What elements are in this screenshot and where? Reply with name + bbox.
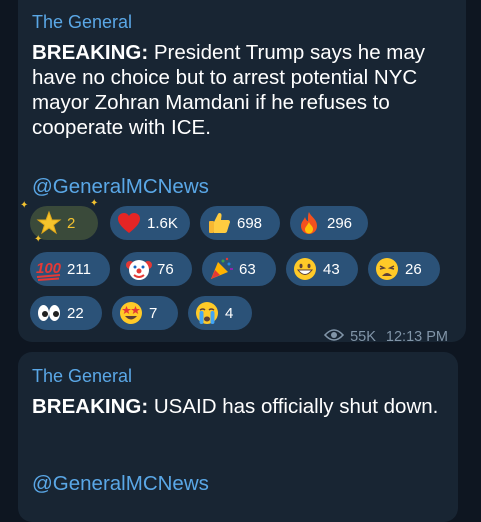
message-text: BREAKING: President Trump says he may ha… — [32, 40, 456, 140]
clown-face-emoji-icon — [126, 256, 152, 282]
breaking-label: BREAKING: — [32, 41, 149, 64]
breaking-label: BREAKING: — [32, 395, 149, 418]
reaction-hundred[interactable]: 100 211 — [30, 252, 110, 286]
reaction-count: 76 — [157, 260, 174, 278]
reaction-count: 698 — [237, 214, 263, 232]
reaction-party[interactable]: 63 — [202, 252, 276, 286]
thumbs-up-emoji-icon — [206, 210, 232, 236]
reaction-count: 1.6K — [147, 214, 178, 232]
channel-mention-link[interactable]: @GeneralMCNews — [32, 472, 209, 496]
star-emoji-icon — [36, 210, 62, 236]
channel-name[interactable]: The General — [32, 12, 132, 33]
reaction-count: 296 — [327, 214, 353, 232]
reaction-eyes[interactable]: 22 — [30, 296, 102, 330]
party-popper-emoji-icon — [208, 256, 234, 282]
message-bubble[interactable]: The General BREAKING: President Trump sa… — [18, 0, 466, 345]
views-eye-icon — [324, 328, 345, 346]
reaction-count: 7 — [149, 304, 158, 322]
reaction-star-struck[interactable]: 7 — [112, 296, 178, 330]
sparkle-icon: ✦ — [90, 198, 99, 209]
reaction-count: 43 — [323, 260, 340, 278]
eyes-emoji-icon — [36, 300, 62, 326]
reaction-count: 4 — [225, 304, 234, 322]
hundred-points-emoji-icon: 100 — [36, 256, 62, 282]
grinning-face-emoji-icon — [292, 256, 318, 282]
reaction-thumbs-up[interactable]: 698 — [200, 206, 280, 240]
channel-name[interactable]: The General — [32, 366, 132, 387]
fire-emoji-icon — [296, 210, 322, 236]
message-bubble[interactable]: The General BREAKING: USAID has official… — [18, 352, 458, 522]
message-body: USAID has officially shut down. — [148, 395, 439, 418]
reaction-count: 63 — [239, 260, 256, 278]
star-struck-emoji-icon — [118, 300, 144, 326]
sparkle-icon: ✦ — [20, 200, 29, 211]
reaction-count: 211 — [67, 260, 91, 278]
reaction-crying[interactable]: 4 — [188, 296, 252, 330]
weary-face-emoji-icon — [374, 256, 400, 282]
reaction-clown[interactable]: 76 — [120, 252, 192, 286]
heart-emoji-icon — [116, 210, 142, 236]
reaction-count: 22 — [67, 304, 84, 322]
reaction-count: 2 — [67, 214, 76, 232]
reaction-count: 26 — [405, 260, 422, 278]
reaction-star[interactable]: ✦ ✦ ✦ 2 — [20, 198, 98, 245]
crying-face-emoji-icon — [194, 300, 220, 326]
reaction-weary[interactable]: 26 — [368, 252, 440, 286]
view-count: 55K — [350, 329, 376, 345]
message-time: 12:13 PM — [385, 329, 448, 345]
message-meta: 55K 12:13 PM — [324, 328, 448, 346]
reaction-grin[interactable]: 43 — [286, 252, 358, 286]
channel-mention-link[interactable]: @GeneralMCNews — [32, 175, 209, 199]
reaction-fire[interactable]: 296 — [290, 206, 368, 240]
message-text: BREAKING: USAID has officially shut down… — [32, 394, 448, 419]
reaction-heart[interactable]: 1.6K — [110, 206, 190, 240]
